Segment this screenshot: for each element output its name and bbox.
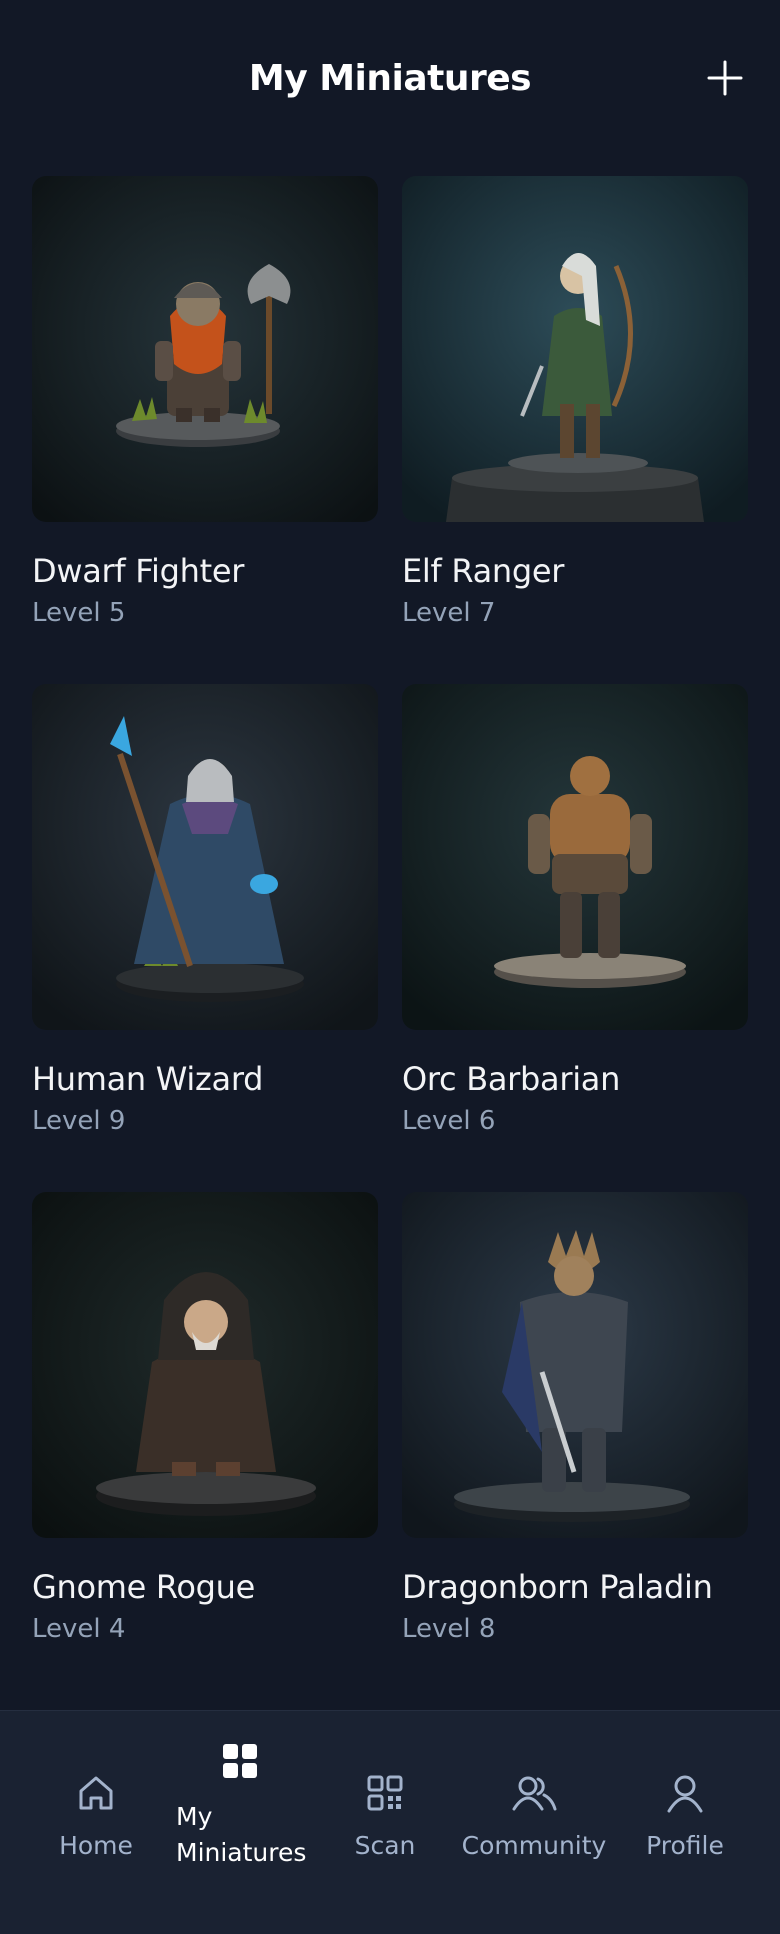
nav-label-my-miniatures[interactable]: My Miniatures xyxy=(176,1799,306,1871)
nav-item-scan[interactable]: Scan xyxy=(350,1773,420,1860)
miniature-name: Dragonborn Paladin xyxy=(402,1568,713,1606)
miniature-card[interactable]: Dragonborn Paladin Level 8 xyxy=(402,1192,748,1700)
miniature-name: Gnome Rogue xyxy=(32,1568,256,1606)
nav-item-profile[interactable]: Profile xyxy=(640,1773,730,1860)
miniature-image xyxy=(32,176,378,522)
miniature-image xyxy=(32,1192,378,1538)
miniature-image xyxy=(402,684,748,1030)
page-title: My Miniatures xyxy=(248,57,532,99)
user-icon xyxy=(667,1775,703,1813)
miniature-card[interactable]: Gnome Rogue Level 4 xyxy=(32,1192,378,1700)
app-root: My Miniatures Dwarf Fighter Level 5 Elf … xyxy=(0,0,780,1934)
miniature-name: Dwarf Fighter xyxy=(32,552,245,590)
miniature-card[interactable]: Human Wizard Level 9 xyxy=(32,684,378,1192)
bottom-navigation: Home My Miniatures Scan Community Profil… xyxy=(0,1710,780,1934)
miniature-name: Orc Barbarian xyxy=(402,1060,621,1098)
miniature-image xyxy=(402,176,748,522)
miniature-image xyxy=(402,1192,748,1538)
nav-label-home: Home xyxy=(59,1831,133,1860)
miniature-image xyxy=(32,684,378,1030)
nav-item-my-miniatures[interactable] xyxy=(218,1741,262,1781)
grid-icon xyxy=(223,1744,257,1778)
miniature-level: Level 9 xyxy=(32,1106,126,1136)
miniature-level: Level 5 xyxy=(32,598,126,628)
miniature-level: Level 6 xyxy=(402,1106,496,1136)
nav-item-community[interactable]: Community xyxy=(461,1773,607,1860)
add-miniature-button[interactable] xyxy=(704,57,746,99)
header: My Miniatures xyxy=(0,0,780,160)
miniature-name: Elf Ranger xyxy=(402,552,565,590)
plus-icon xyxy=(707,60,743,96)
miniature-card[interactable]: Elf Ranger Level 7 xyxy=(402,176,748,684)
miniature-name: Human Wizard xyxy=(32,1060,264,1098)
miniature-level: Level 4 xyxy=(32,1614,126,1644)
users-icon xyxy=(512,1776,557,1811)
nav-label-profile: Profile xyxy=(646,1831,724,1860)
miniature-level: Level 8 xyxy=(402,1614,496,1644)
miniature-card[interactable]: Orc Barbarian Level 6 xyxy=(402,684,748,1192)
miniature-card[interactable]: Dwarf Fighter Level 5 xyxy=(32,176,378,684)
nav-label-scan: Scan xyxy=(354,1831,416,1860)
qr-code-icon xyxy=(367,1775,403,1811)
nav-label-community: Community xyxy=(461,1831,607,1860)
nav-item-home[interactable]: Home xyxy=(52,1773,140,1860)
miniatures-grid: Dwarf Fighter Level 5 Elf Ranger Level 7… xyxy=(32,176,748,1700)
home-icon xyxy=(79,1776,113,1810)
miniature-level: Level 7 xyxy=(402,598,496,628)
